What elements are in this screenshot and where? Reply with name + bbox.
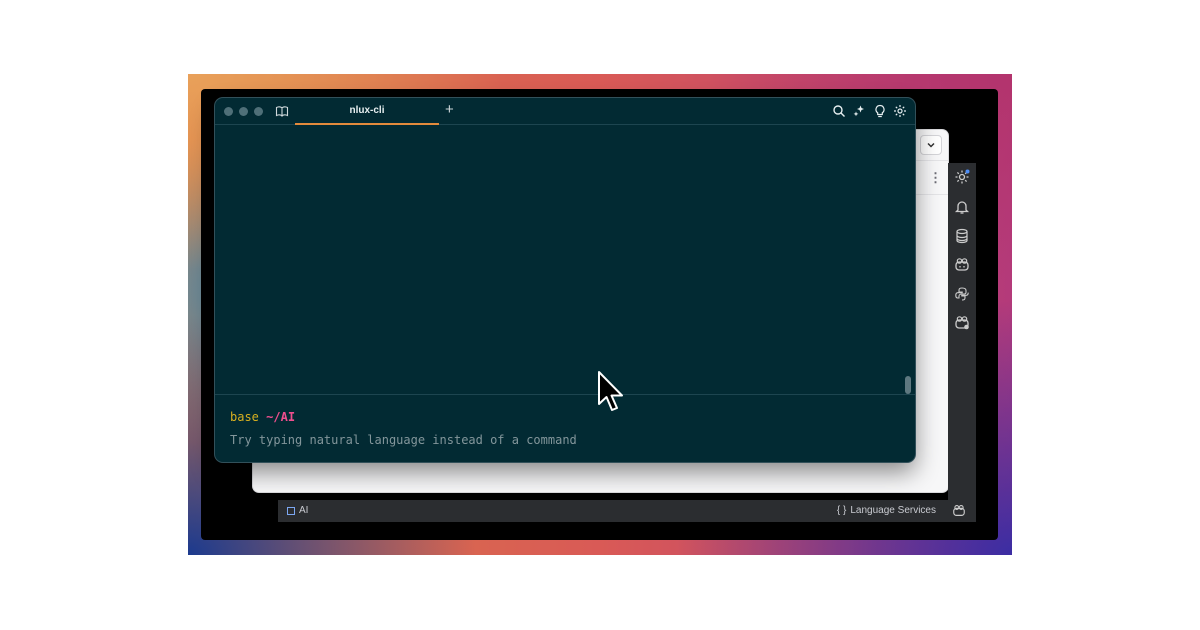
status-ai-label: AI [299, 505, 309, 516]
tab-nlux-cli[interactable]: nlux-cli [295, 98, 439, 125]
minimize-window-button[interactable] [239, 107, 248, 116]
terminal-scrollbar[interactable] [905, 376, 911, 394]
chevron-down-button[interactable] [920, 135, 942, 155]
status-bar: AI { } Language Services [278, 500, 976, 522]
square-icon [287, 506, 295, 515]
prompt-env: base [230, 410, 259, 424]
maximize-window-button[interactable] [254, 107, 263, 116]
prompt-directory: ~/AI [266, 410, 296, 424]
settings-icon[interactable] [954, 169, 970, 185]
gear-icon[interactable] [893, 104, 907, 118]
search-icon[interactable] [832, 104, 846, 118]
copilot-status-icon[interactable] [952, 504, 966, 518]
shell-prompt: base ~/AI [230, 410, 295, 424]
book-icon[interactable] [275, 104, 289, 118]
right-tool-sidebar [948, 163, 976, 505]
ai-assistant-icon[interactable] [954, 315, 970, 331]
status-ai-widget[interactable]: AI [287, 505, 308, 516]
bell-icon[interactable] [954, 199, 970, 215]
language-services-widget[interactable]: { } Language Services [837, 505, 936, 516]
command-input[interactable]: Try typing natural language instead of a… [230, 433, 577, 447]
more-options-icon[interactable]: ⋮ [929, 170, 942, 186]
braces-icon: { } [836, 505, 847, 516]
chevron-down-icon [927, 142, 935, 148]
input-divider [215, 394, 915, 395]
copilot-icon[interactable] [954, 257, 970, 273]
terminal-window: nlux-cli + base ~/AI Try typing natural … [215, 98, 915, 462]
mouse-pointer-icon [596, 370, 626, 414]
new-tab-button[interactable]: + [445, 101, 454, 119]
python-icon[interactable] [954, 286, 970, 302]
sparkle-icon[interactable] [852, 104, 866, 118]
database-icon[interactable] [954, 228, 970, 244]
language-services-label: Language Services [850, 505, 936, 516]
lightbulb-icon[interactable] [873, 104, 887, 118]
close-window-button[interactable] [224, 107, 233, 116]
